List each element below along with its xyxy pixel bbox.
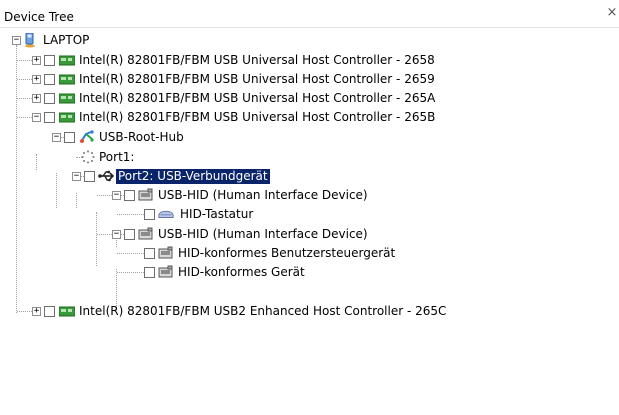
tree-node-label: Port2: USB-Verbundgerät (116, 169, 270, 184)
pci-card-icon (59, 92, 75, 106)
keyboard-icon (158, 207, 174, 221)
tree-node-label: Intel(R) 82801FB/FBM USB Universal Host … (79, 110, 436, 124)
node-checkbox[interactable] (44, 112, 55, 123)
usb-hub-icon (79, 130, 95, 144)
close-button[interactable]: × (605, 6, 619, 20)
node-checkbox[interactable] (64, 132, 75, 143)
tree-node-hid-consumer[interactable]: HID-konformes Benutzersteuergerät (0, 244, 400, 263)
tree-node-root-hub[interactable]: − USB-Root-Hub (0, 128, 250, 147)
tree-node-host-controller[interactable]: − Intel(R) 82801FB/FBM USB Universal Hos… (0, 108, 520, 127)
tree-node-port[interactable]: Port1: (0, 148, 250, 167)
empty-port-icon (80, 150, 96, 164)
hid-device-icon (138, 227, 154, 241)
tree-node-host-controller[interactable]: + Intel(R) 82801FB/FBM USB Universal Hos… (0, 51, 520, 70)
expand-toggle[interactable]: + (32, 94, 41, 103)
tree-node-label: HID-konformes Gerät (178, 265, 305, 279)
hid-device-icon (158, 246, 174, 260)
tree-node-label: USB-HID (Human Interface Device) (158, 227, 368, 241)
computer-icon (22, 32, 38, 47)
node-checkbox[interactable] (44, 55, 55, 66)
tree-node-label: Intel(R) 82801FB/FBM USB Universal Host … (79, 72, 435, 86)
pci-card-icon (59, 54, 75, 68)
collapse-toggle[interactable]: − (112, 191, 121, 200)
tree-node-label: Intel(R) 82801FB/FBM USB Universal Host … (79, 53, 435, 67)
tree-node-label: Intel(R) 82801FB/FBM USB Universal Host … (79, 91, 436, 105)
tree-node-hid[interactable]: − USB-HID (Human Interface Device) (0, 225, 368, 244)
tree-node-port-selected[interactable]: − Port2: USB-Verbundgerät (0, 167, 270, 186)
node-checkbox[interactable] (144, 209, 155, 220)
expand-toggle[interactable]: + (32, 75, 41, 84)
tree-node-keyboard[interactable]: HID-Tastatur (0, 205, 300, 224)
node-checkbox[interactable] (84, 171, 95, 182)
node-checkbox[interactable] (44, 93, 55, 104)
device-tree-window: Device Tree × − LAPTOP + Intel(R) 82801F… (0, 0, 619, 415)
usb-plug-icon (98, 169, 114, 183)
tree-node-host-controller[interactable]: + Intel(R) 82801FB/FBM USB2 Enhanced Hos… (0, 302, 560, 321)
pci-card-icon (59, 305, 75, 319)
pci-card-icon (59, 111, 75, 125)
node-checkbox[interactable] (144, 248, 155, 259)
hid-device-icon (158, 265, 174, 279)
tree-node-label: Port1: (99, 150, 135, 164)
collapse-toggle[interactable]: − (32, 113, 41, 122)
tree-node-label: HID-Tastatur (180, 207, 254, 221)
expand-toggle[interactable]: + (32, 307, 41, 316)
tree-node-label: USB-HID (Human Interface Device) (158, 188, 368, 202)
pci-card-icon (59, 73, 75, 87)
tree-node-label: LAPTOP (43, 33, 90, 47)
device-tree[interactable]: − LAPTOP + Intel(R) 82801FB/FBM USB Univ… (0, 28, 619, 415)
node-checkbox[interactable] (44, 74, 55, 85)
tree-node-label: HID-konformes Benutzersteuergerät (178, 246, 396, 260)
node-checkbox[interactable] (124, 190, 135, 201)
tree-node-laptop[interactable]: − LAPTOP (0, 31, 200, 50)
title-bar: Device Tree × (0, 0, 619, 28)
window-title: Device Tree (4, 10, 74, 24)
collapse-toggle[interactable]: − (52, 133, 61, 142)
expand-toggle[interactable]: + (32, 56, 41, 65)
tree-node-label: USB-Root-Hub (99, 130, 184, 144)
collapse-toggle[interactable]: − (112, 230, 121, 239)
tree-node-host-controller[interactable]: + Intel(R) 82801FB/FBM USB Universal Hos… (0, 89, 520, 108)
node-checkbox[interactable] (44, 306, 55, 317)
tree-node-label: Intel(R) 82801FB/FBM USB2 Enhanced Host … (79, 304, 447, 318)
tree-node-host-controller[interactable]: + Intel(R) 82801FB/FBM USB Universal Hos… (0, 70, 520, 89)
tree-node-hid[interactable]: − USB-HID (Human Interface Device) (0, 186, 368, 205)
hid-device-icon (138, 188, 154, 202)
collapse-toggle[interactable]: − (72, 172, 81, 181)
node-checkbox[interactable] (124, 229, 135, 240)
collapse-toggle[interactable]: − (12, 36, 21, 45)
tree-node-hid-device[interactable]: HID-konformes Gerät (0, 263, 305, 282)
node-checkbox[interactable] (144, 267, 155, 278)
